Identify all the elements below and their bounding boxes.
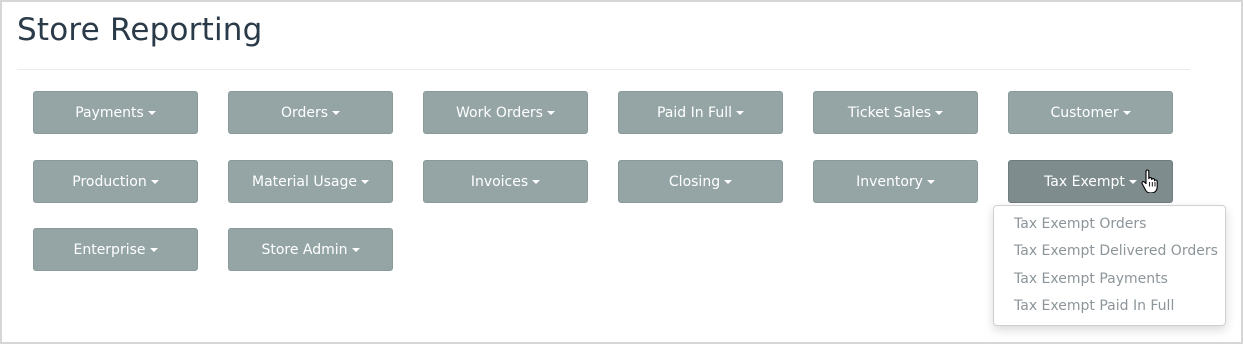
paid-in-full-dropdown-button[interactable]: Paid In Full bbox=[618, 91, 783, 134]
button-label: Production bbox=[72, 173, 147, 190]
invoices-dropdown-button[interactable]: Invoices bbox=[423, 160, 588, 203]
button-label: Customer bbox=[1050, 104, 1119, 121]
work-orders-dropdown-button[interactable]: Work Orders bbox=[423, 91, 588, 134]
hand-pointer-icon bbox=[1141, 169, 1158, 193]
caret-down-icon bbox=[724, 180, 733, 184]
caret-down-icon bbox=[546, 111, 555, 115]
button-label: Paid In Full bbox=[656, 104, 732, 121]
title-divider bbox=[17, 69, 1190, 70]
caret-down-icon bbox=[150, 180, 159, 184]
page-title: Store Reporting bbox=[17, 12, 263, 48]
ticket-sales-dropdown-button[interactable]: Ticket Sales bbox=[813, 91, 978, 134]
caret-down-icon bbox=[360, 180, 369, 184]
caret-down-icon bbox=[532, 180, 541, 184]
caret-down-icon bbox=[351, 248, 360, 252]
button-label: Store Admin bbox=[261, 241, 348, 258]
button-label: Closing bbox=[668, 173, 721, 190]
caret-down-icon bbox=[147, 111, 156, 115]
caret-down-icon bbox=[935, 111, 944, 115]
payments-dropdown-button[interactable]: Payments bbox=[33, 91, 198, 134]
customer-dropdown-button[interactable]: Customer bbox=[1008, 91, 1173, 134]
production-dropdown-button[interactable]: Production bbox=[33, 160, 198, 203]
button-label: Inventory bbox=[856, 173, 923, 190]
tax-exempt-dropdown-menu: Tax Exempt Orders Tax Exempt Delivered O… bbox=[993, 205, 1226, 326]
button-label: Enterprise bbox=[73, 241, 146, 258]
enterprise-dropdown-button[interactable]: Enterprise bbox=[33, 228, 198, 271]
button-label: Material Usage bbox=[252, 173, 357, 190]
caret-down-icon bbox=[1128, 180, 1137, 184]
caret-down-icon bbox=[1122, 111, 1131, 115]
caret-down-icon bbox=[149, 248, 158, 252]
caret-down-icon bbox=[736, 111, 744, 115]
button-label: Invoices bbox=[470, 173, 529, 190]
menu-item-tax-exempt-orders[interactable]: Tax Exempt Orders bbox=[1014, 216, 1146, 232]
caret-down-icon bbox=[926, 180, 935, 184]
material-usage-dropdown-button[interactable]: Material Usage bbox=[228, 160, 393, 203]
button-label: Orders bbox=[280, 104, 329, 121]
closing-dropdown-button[interactable]: Closing bbox=[618, 160, 783, 203]
menu-item-tax-exempt-payments[interactable]: Tax Exempt Payments bbox=[1014, 271, 1168, 287]
orders-dropdown-button[interactable]: Orders bbox=[228, 91, 393, 134]
caret-down-icon bbox=[332, 111, 341, 115]
button-label: Payments bbox=[75, 104, 144, 121]
inventory-dropdown-button[interactable]: Inventory bbox=[813, 160, 978, 203]
menu-item-tax-exempt-paid-in-full[interactable]: Tax Exempt Paid In Full bbox=[1014, 298, 1174, 314]
button-label: Work Orders bbox=[456, 104, 543, 121]
button-label: Tax Exempt bbox=[1044, 173, 1125, 190]
menu-item-tax-exempt-delivered-orders[interactable]: Tax Exempt Delivered Orders bbox=[1014, 243, 1218, 259]
button-label: Ticket Sales bbox=[847, 104, 932, 121]
store-admin-dropdown-button[interactable]: Store Admin bbox=[228, 228, 393, 271]
